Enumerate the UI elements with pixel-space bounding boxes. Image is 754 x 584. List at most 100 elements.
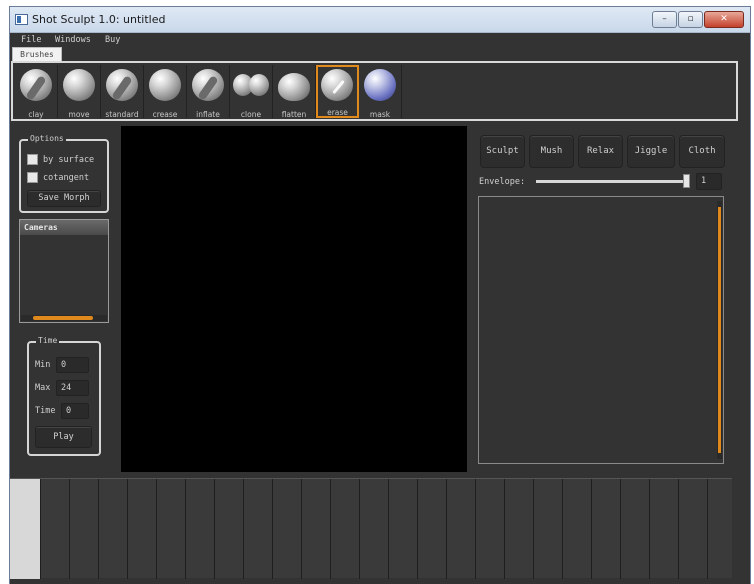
timeline-frame-divider <box>156 479 157 579</box>
crease-brush-icon <box>149 69 181 101</box>
envelope-value-field[interactable]: 1 <box>696 173 722 190</box>
cameras-header: Cameras <box>20 220 108 235</box>
cloth-button[interactable]: Cloth <box>679 135 725 168</box>
min-label: Min <box>35 360 51 370</box>
brush-label: clone <box>240 110 262 119</box>
timeline-frame-divider <box>707 479 708 579</box>
timeline-frame-divider <box>330 479 331 579</box>
envelope-label: Envelope: <box>479 177 526 187</box>
brush-shelf: clay move standard crease inflate clone … <box>11 61 738 121</box>
timeline-frame-divider <box>301 479 302 579</box>
timeline-frame-divider <box>359 479 360 579</box>
menu-windows[interactable]: Windows <box>55 35 91 45</box>
brush-label: move <box>68 110 90 119</box>
menu-buy[interactable]: Buy <box>105 35 120 45</box>
mush-button[interactable]: Mush <box>529 135 574 168</box>
min-field[interactable]: 0 <box>56 357 89 373</box>
brush-label: crease <box>152 110 178 119</box>
options-title: Options <box>28 134 66 143</box>
tab-brushes[interactable]: Brushes <box>12 47 62 61</box>
timeline-frame-divider <box>678 479 679 579</box>
time-title: Time <box>36 336 60 345</box>
timeline-frame-divider <box>475 479 476 579</box>
jiggle-button[interactable]: Jiggle <box>627 135 675 168</box>
brush-clone[interactable]: clone <box>230 65 273 119</box>
timeline-frame-divider <box>388 479 389 579</box>
timeline-frame-divider <box>533 479 534 579</box>
list-scrollbar[interactable] <box>717 201 722 459</box>
cotangent-label: cotangent <box>43 173 90 183</box>
window-title: Shot Sculpt 1.0: untitled <box>32 13 166 26</box>
timeline-frame-divider <box>185 479 186 579</box>
timeline-frame-divider <box>272 479 273 579</box>
by-surface-row[interactable]: by surface <box>27 154 94 165</box>
timeline-frame-divider <box>243 479 244 579</box>
cameras-scrollbar[interactable] <box>21 315 107 321</box>
options-group: Options by surface cotangent Save Morph <box>19 134 109 213</box>
brush-mask[interactable]: mask <box>359 65 402 119</box>
save-morph-button[interactable]: Save Morph <box>27 190 101 207</box>
minimize-button[interactable]: – <box>652 11 677 28</box>
timeline-frame-divider <box>98 479 99 579</box>
brush-inflate[interactable]: inflate <box>187 65 230 119</box>
timeline-frame-divider <box>504 479 505 579</box>
3d-viewport[interactable] <box>121 126 467 472</box>
timeline-frame-divider <box>649 479 650 579</box>
erase-brush-icon <box>321 69 353 101</box>
close-button[interactable]: ✕ <box>704 11 744 28</box>
sculpt-button[interactable]: Sculpt <box>480 135 525 168</box>
timeline-frame-divider <box>620 479 621 579</box>
envelope-slider-handle[interactable] <box>683 174 690 188</box>
clay-brush-icon <box>20 69 52 101</box>
cameras-panel: Cameras <box>19 219 109 323</box>
time-group: Time Min 0 Max 24 Time 0 Play <box>27 336 101 456</box>
mask-brush-icon <box>364 69 396 101</box>
timeline-frame-divider <box>591 479 592 579</box>
relax-button[interactable]: Relax <box>578 135 623 168</box>
move-brush-icon <box>63 69 95 101</box>
brush-label: inflate <box>196 110 220 119</box>
time-field[interactable]: 0 <box>61 403 89 419</box>
brush-label: mask <box>369 110 391 119</box>
brush-clay[interactable]: clay <box>15 65 58 119</box>
brush-label: standard <box>105 110 139 119</box>
timeline-frame-divider <box>562 479 563 579</box>
inflate-brush-icon <box>192 69 224 101</box>
time-label: Time <box>35 406 56 416</box>
timeline-frame-divider <box>417 479 418 579</box>
clone-brush-icon-2 <box>249 74 269 96</box>
app-icon <box>15 14 28 25</box>
timeline-frame-divider <box>69 479 70 579</box>
standard-brush-icon <box>106 69 138 101</box>
menu-bar: File Windows Buy <box>10 34 750 48</box>
brush-label: clay <box>28 110 44 119</box>
maximize-button[interactable]: ▫ <box>678 11 703 28</box>
list-scroll-thumb[interactable] <box>718 207 721 453</box>
max-label: Max <box>35 383 51 393</box>
brush-erase[interactable]: erase <box>316 65 359 118</box>
brush-crease[interactable]: crease <box>144 65 187 119</box>
timeline-frame-divider <box>214 479 215 579</box>
timeline-frame-divider <box>127 479 128 579</box>
brush-move[interactable]: move <box>58 65 101 119</box>
brush-flatten[interactable]: flatten <box>273 65 316 119</box>
by-surface-label: by surface <box>43 155 95 165</box>
brush-standard[interactable]: standard <box>101 65 144 119</box>
timeline[interactable] <box>10 478 732 579</box>
cotangent-checkbox[interactable] <box>27 172 38 183</box>
brush-label: flatten <box>281 110 307 119</box>
menu-file[interactable]: File <box>21 35 41 45</box>
brush-label: erase <box>327 108 348 117</box>
timeline-current-frame[interactable] <box>10 479 40 579</box>
deformer-list-panel[interactable] <box>478 196 724 464</box>
cameras-scroll-thumb[interactable] <box>33 316 93 320</box>
max-field[interactable]: 24 <box>56 380 89 396</box>
cotangent-row[interactable]: cotangent <box>27 172 89 183</box>
play-button[interactable]: Play <box>35 426 92 448</box>
envelope-slider-track[interactable] <box>536 180 690 183</box>
flatten-brush-icon <box>278 73 310 101</box>
timeline-frame-divider <box>446 479 447 579</box>
by-surface-checkbox[interactable] <box>27 154 38 165</box>
timeline-frame-divider <box>40 479 41 579</box>
title-bar[interactable]: Shot Sculpt 1.0: untitled – ▫ ✕ <box>10 7 750 33</box>
